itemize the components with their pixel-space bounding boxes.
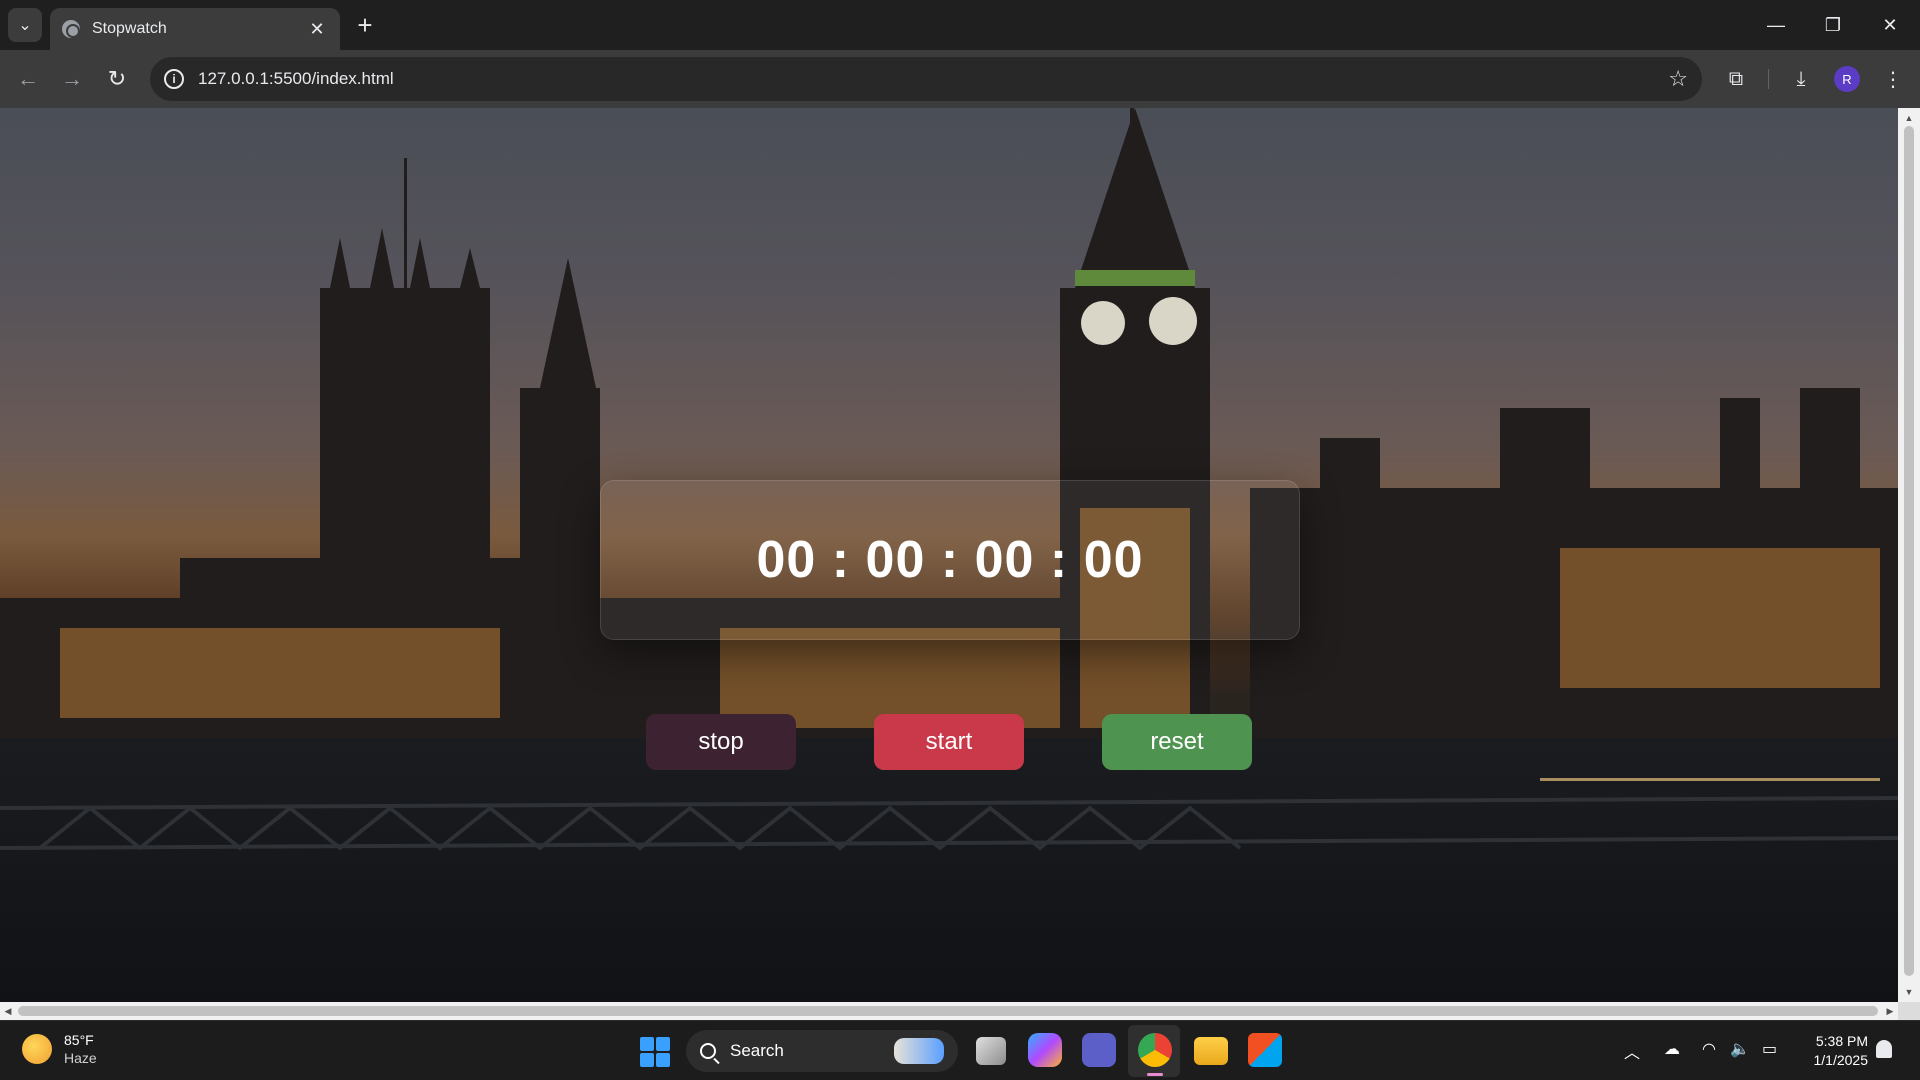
- notification-bell-icon[interactable]: [1876, 1040, 1892, 1058]
- battery-icon[interactable]: ▭: [1762, 1039, 1777, 1059]
- taskbar: 85°F Haze Search ︿ ☁ ◠ 🔈 ▭ 5:38 PM 1/1/2…: [0, 1020, 1920, 1080]
- stopwatch-display: 00 : 00 : 00 : 00: [600, 480, 1300, 640]
- horizontal-scroll-thumb[interactable]: [18, 1006, 1878, 1016]
- new-tab-button[interactable]: +: [350, 11, 380, 41]
- close-tab-icon[interactable]: ✕: [306, 19, 328, 40]
- volume-icon[interactable]: 🔈: [1730, 1039, 1750, 1059]
- profile-avatar[interactable]: R: [1834, 66, 1860, 92]
- wifi-icon[interactable]: ◠: [1702, 1039, 1716, 1059]
- scroll-up-icon[interactable]: ▲: [1898, 110, 1920, 126]
- search-icon: [700, 1043, 716, 1059]
- search-highlight-icon: [894, 1038, 944, 1064]
- microsoft-store-icon[interactable]: [1248, 1033, 1282, 1067]
- scroll-down-icon[interactable]: ▼: [1898, 984, 1920, 1000]
- stop-button[interactable]: stop: [646, 714, 796, 770]
- clock-time: 5:38 PM: [1815, 1033, 1868, 1049]
- onedrive-icon[interactable]: ☁: [1664, 1039, 1680, 1059]
- reset-button[interactable]: reset: [1102, 714, 1252, 770]
- restore-button[interactable]: ❐: [1813, 8, 1853, 42]
- tab-search-icon[interactable]: ⌄: [8, 8, 42, 42]
- browser-tab-bar: ⌄ Stopwatch ✕ + — ❐ ✕: [0, 0, 1920, 50]
- scroll-right-icon[interactable]: ▶: [1882, 1002, 1898, 1020]
- chevron-up-icon[interactable]: ︿: [1624, 1039, 1640, 1063]
- timer-separator: :: [831, 531, 851, 589]
- toolbar-divider: [1768, 69, 1769, 89]
- timer-readout: 00 : 00 : 00 : 00: [756, 530, 1143, 590]
- vertical-scroll-thumb[interactable]: [1904, 126, 1914, 976]
- vertical-scrollbar[interactable]: ▲ ▼: [1898, 108, 1920, 1002]
- clock-date: 1/1/2025: [1813, 1052, 1869, 1068]
- globe-icon: [62, 20, 80, 38]
- system-clock[interactable]: 5:38 PM 1/1/2025: [1800, 1032, 1869, 1070]
- timer-minutes: 00: [865, 531, 926, 589]
- start-button[interactable]: start: [874, 714, 1024, 770]
- weather-condition: Haze: [64, 1050, 97, 1066]
- minimize-button[interactable]: —: [1756, 8, 1796, 42]
- timer-separator: :: [1049, 531, 1069, 589]
- tab-stopwatch[interactable]: Stopwatch ✕: [50, 8, 340, 50]
- browser-toolbar: ← → ↻ i 127.0.0.1:5500/index.html ☆ ⧉ ⤓ …: [0, 50, 1920, 108]
- download-icon[interactable]: ⤓: [1785, 63, 1817, 95]
- tab-title: Stopwatch: [92, 20, 167, 37]
- site-info-icon[interactable]: i: [164, 69, 184, 89]
- hazy-sun-icon: [22, 1034, 52, 1064]
- timer-separator: :: [940, 531, 960, 589]
- weather-temperature: 85°F: [64, 1032, 94, 1048]
- horizontal-scrollbar[interactable]: ◀ ▶: [0, 1002, 1898, 1020]
- file-explorer-icon[interactable]: [1194, 1037, 1228, 1065]
- taskbar-search[interactable]: Search: [686, 1030, 958, 1072]
- close-window-button[interactable]: ✕: [1870, 8, 1910, 42]
- taskbar-search-label: Search: [730, 1041, 784, 1060]
- page-viewport: 00 : 00 : 00 : 00: [0, 108, 1898, 1002]
- back-arrow-icon[interactable]: ←: [12, 63, 44, 95]
- timer-seconds: 00: [974, 531, 1035, 589]
- scroll-left-icon[interactable]: ◀: [0, 1002, 16, 1020]
- address-bar[interactable]: i 127.0.0.1:5500/index.html ☆: [150, 57, 1702, 101]
- windows-start-icon[interactable]: [640, 1037, 670, 1067]
- reload-icon[interactable]: ↻: [101, 63, 133, 95]
- copilot-icon[interactable]: [1028, 1033, 1062, 1067]
- bookmark-star-icon[interactable]: ☆: [1668, 66, 1688, 92]
- scrollbar-corner: [1898, 1002, 1920, 1020]
- url-text[interactable]: 127.0.0.1:5500/index.html: [198, 69, 1668, 89]
- timer-centiseconds: 00: [1083, 531, 1144, 589]
- task-view-icon[interactable]: [976, 1037, 1006, 1065]
- weather-widget[interactable]: 85°F Haze: [22, 1031, 97, 1067]
- more-menu-icon[interactable]: ⋮: [1877, 63, 1909, 95]
- timer-hours: 00: [756, 531, 817, 589]
- extensions-icon[interactable]: ⧉: [1720, 63, 1752, 95]
- chrome-icon[interactable]: [1138, 1033, 1172, 1076]
- forward-arrow-icon[interactable]: →: [56, 63, 88, 95]
- teams-icon[interactable]: [1082, 1033, 1116, 1067]
